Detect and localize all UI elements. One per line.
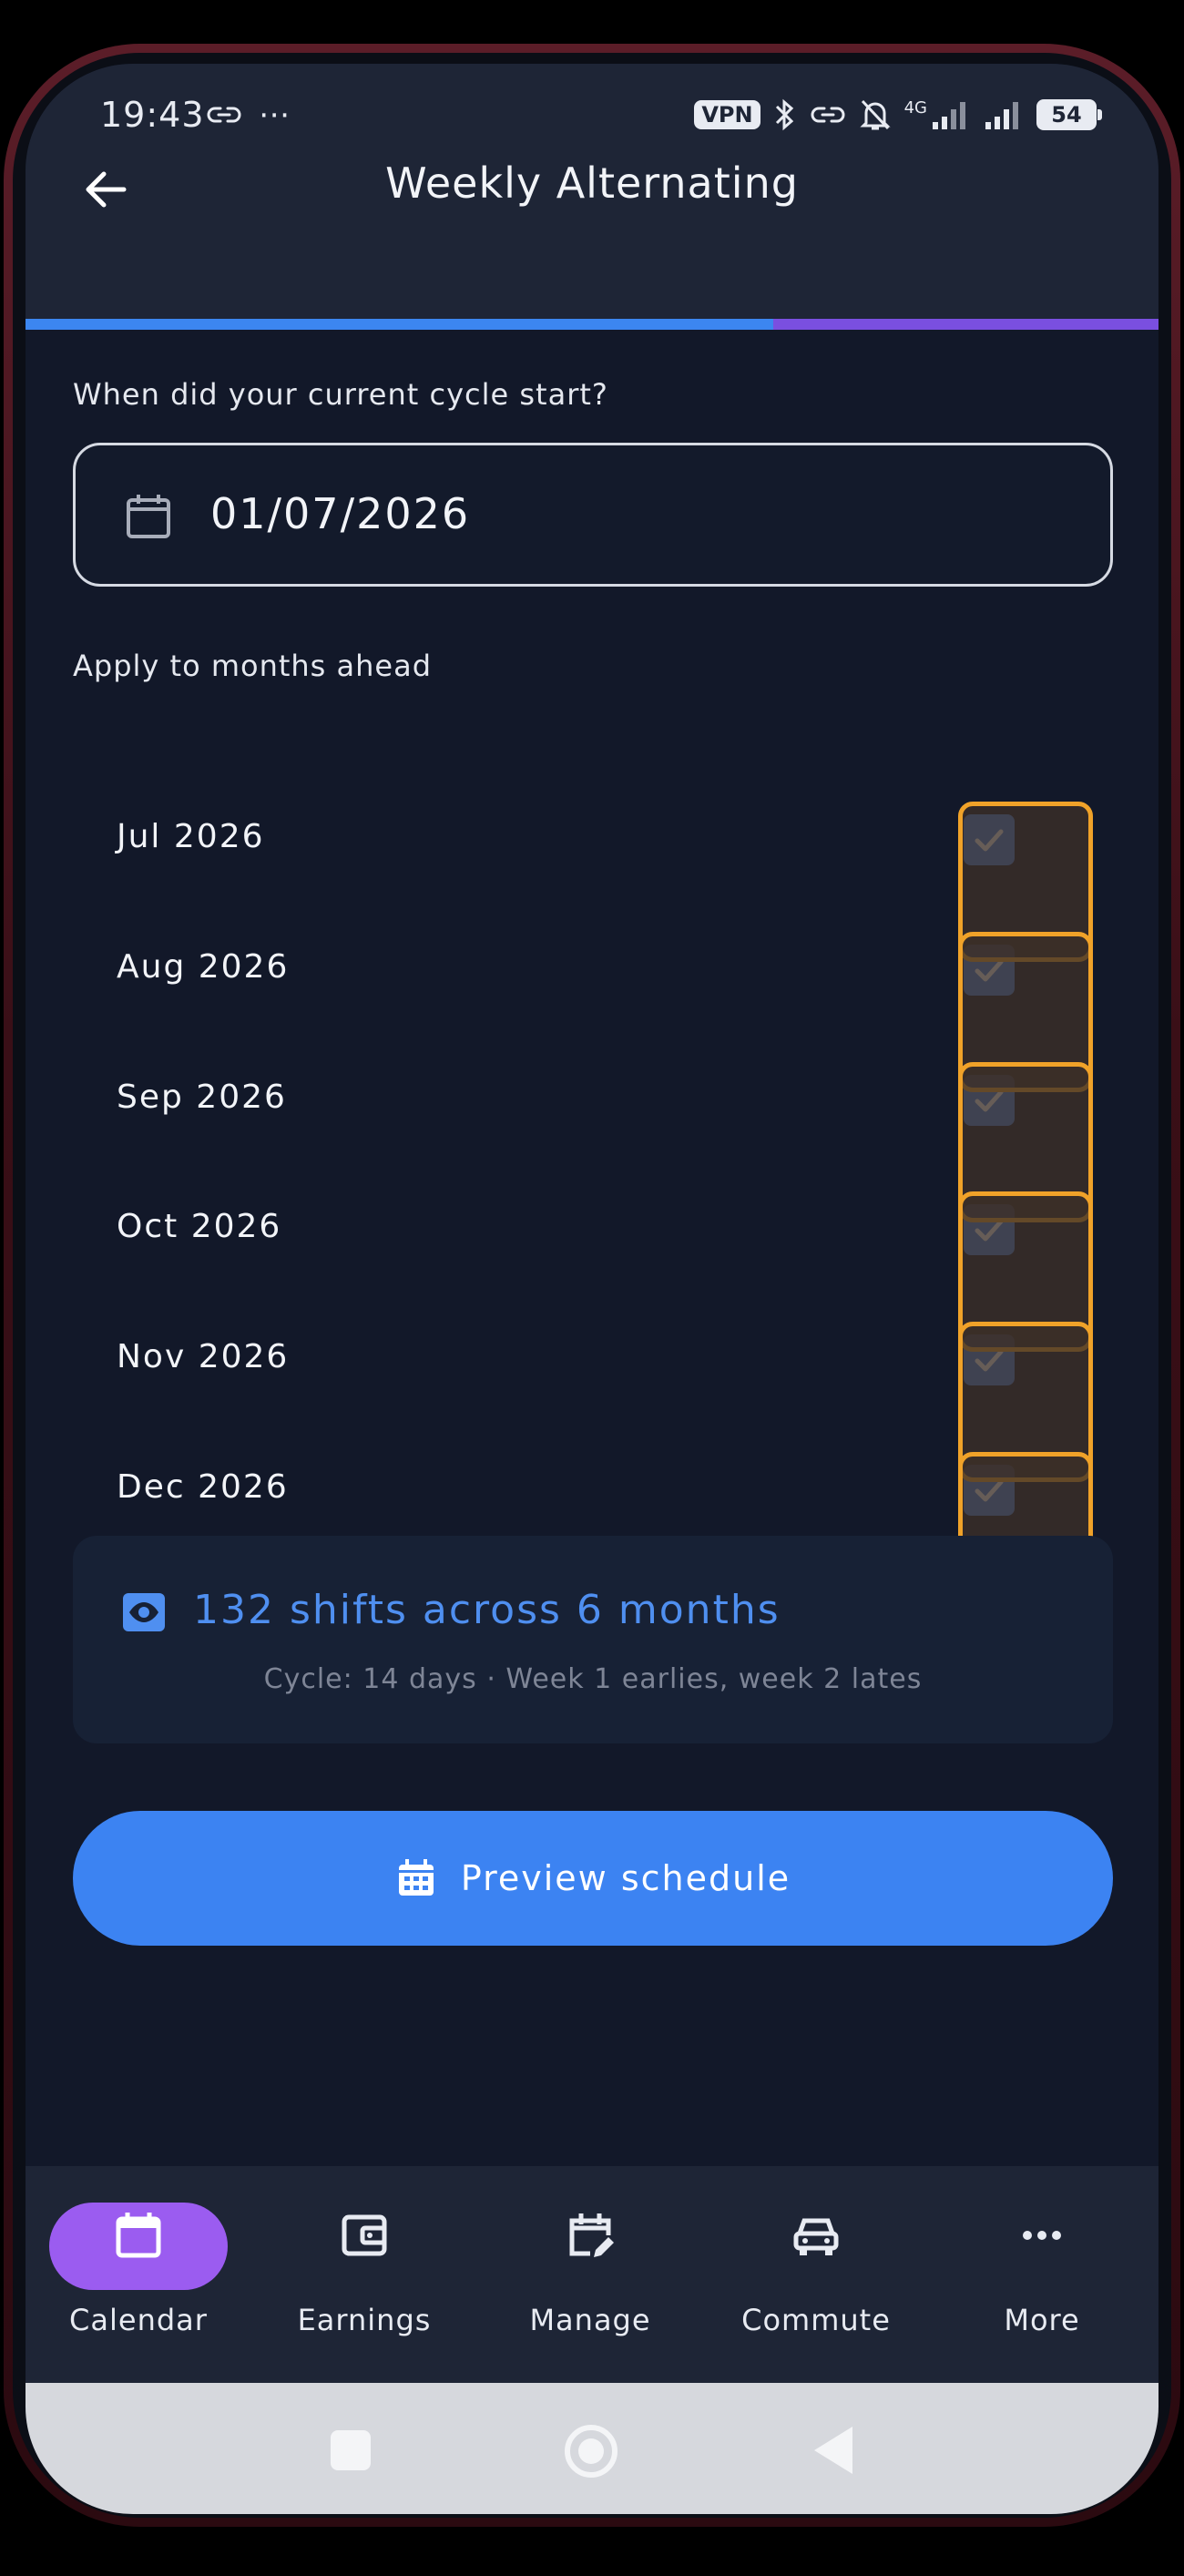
nav-more[interactable]: More — [929, 2166, 1155, 2383]
status-time: 19:43 — [100, 95, 205, 135]
preview-schedule-label: Preview schedule — [460, 1858, 791, 1898]
home-button[interactable] — [565, 2425, 618, 2478]
cycle-start-date-field[interactable]: 01/07/2026 — [73, 443, 1113, 587]
step-progress-bar — [26, 319, 1158, 330]
more-status-icon: ⋯ — [259, 97, 290, 133]
summary-card: 132 shifts across 6 months Cycle: 14 day… — [73, 1536, 1113, 1743]
nav-label-earnings: Earnings — [297, 2303, 432, 2337]
signal-2-icon — [985, 102, 1018, 129]
summary-headline: 132 shifts across 6 months — [193, 1587, 781, 1633]
summary-detail: Cycle: 14 days · Week 1 earlies, week 2 … — [263, 1663, 923, 1695]
vpn-badge: VPN — [694, 100, 760, 129]
page-title: Weekly Alternating — [385, 158, 799, 208]
link-status-icon — [811, 107, 845, 123]
nav-calendar[interactable]: Calendar — [26, 2166, 251, 2383]
nav-label-manage: Manage — [529, 2303, 651, 2337]
month-label: Jul 2026 — [117, 818, 265, 855]
nav-commute[interactable]: Commute — [703, 2166, 929, 2383]
nav-earnings[interactable]: Earnings — [251, 2166, 477, 2383]
month-label: Dec 2026 — [117, 1468, 289, 1506]
nav-label-calendar: Calendar — [69, 2303, 208, 2337]
system-navigation-bar — [26, 2383, 1158, 2514]
cycle-start-date-value: 01/07/2026 — [210, 489, 471, 538]
step-progress-fill — [26, 319, 774, 330]
bell-off-icon — [859, 99, 891, 130]
network-type-label: 4G — [903, 97, 927, 118]
more-dots-icon — [1013, 2206, 1071, 2264]
link-icon — [207, 107, 241, 123]
month-label: Oct 2026 — [117, 1208, 282, 1245]
calendar-edit-icon — [561, 2206, 619, 2264]
preview-schedule-button[interactable]: Preview schedule — [73, 1811, 1113, 1946]
battery-icon: 54 — [1036, 99, 1102, 130]
preview-eye-icon — [123, 1593, 165, 1631]
system-back-button[interactable] — [814, 2427, 852, 2474]
bluetooth-icon — [775, 98, 793, 131]
cycle-start-label: When did your current cycle start? — [73, 377, 608, 412]
calendar-grid-icon — [398, 1859, 434, 1896]
nav-manage[interactable]: Manage — [477, 2166, 703, 2383]
month-label: Sep 2026 — [117, 1078, 287, 1116]
app-screen: 19:43 ⋯ VPN 4G 54 Weekly Alternating Whe… — [26, 64, 1158, 2514]
nav-label-more: More — [1004, 2303, 1080, 2337]
month-label: Aug 2026 — [117, 948, 290, 986]
car-icon — [787, 2206, 845, 2264]
bottom-navigation: Calendar Earnings Manage Commute More — [26, 2166, 1158, 2383]
nav-label-commute: Commute — [741, 2303, 891, 2337]
wallet-icon — [335, 2206, 393, 2264]
calendar-icon — [109, 2206, 168, 2264]
month-label: Nov 2026 — [117, 1338, 290, 1375]
months-ahead-label: Apply to months ahead — [73, 649, 433, 683]
calendar-icon — [127, 495, 170, 538]
recents-button[interactable] — [331, 2430, 371, 2470]
signal-icon — [933, 102, 965, 129]
